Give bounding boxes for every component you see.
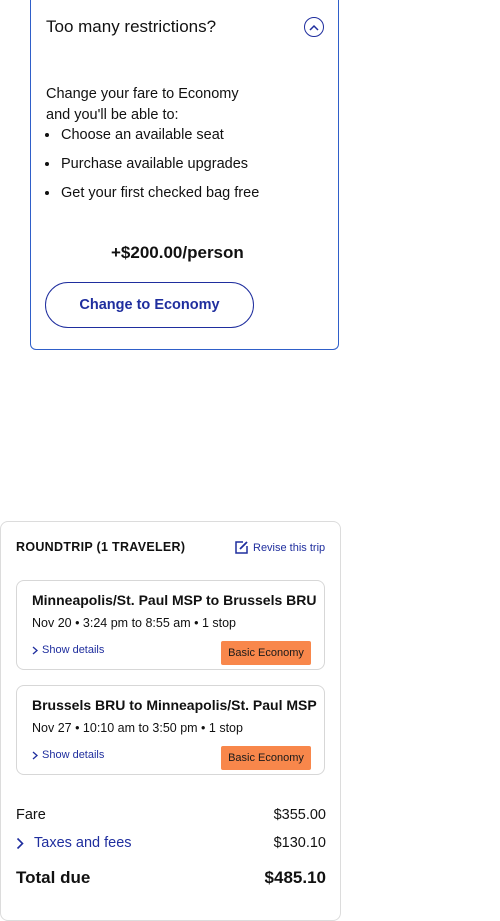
revise-trip-link[interactable]: Revise this trip (234, 540, 325, 555)
collapse-button[interactable] (304, 17, 324, 37)
flight-route: Minneapolis/St. Paul MSP to Brussels BRU (32, 592, 317, 608)
fare-class-badge: Basic Economy (221, 641, 311, 665)
upsell-price: +$200.00/person (111, 243, 244, 262)
upsell-description: Change your fare to Economy and you'll b… (46, 86, 239, 123)
chevron-up-icon (309, 24, 319, 31)
show-details-label: Show details (42, 644, 105, 656)
taxes-and-fees-toggle[interactable]: Taxes and fees (16, 835, 132, 851)
total-label: Total due (16, 868, 91, 887)
taxes-value: $130.10 (273, 835, 326, 851)
benefit-item: Purchase available upgrades (60, 154, 280, 175)
show-details-link[interactable]: Show details (32, 644, 104, 656)
fare-row: Fare $355.00 (16, 807, 326, 823)
fare-class-badge: Basic Economy (221, 746, 311, 770)
total-row: Total due $485.10 (16, 868, 326, 888)
flight-route: Brussels BRU to Minneapolis/St. Paul MSP (32, 697, 317, 713)
chevron-right-icon (16, 837, 24, 849)
show-details-label: Show details (42, 749, 105, 761)
fare-label: Fare (16, 807, 46, 823)
show-details-link[interactable]: Show details (32, 749, 104, 761)
flight-time: Nov 27 • 10:10 am to 3:50 pm • 1 stop (32, 721, 243, 735)
change-to-economy-button[interactable]: Change to Economy (45, 282, 254, 328)
benefit-item: Choose an available seat (60, 125, 280, 146)
taxes-label: Taxes and fees (34, 835, 132, 851)
trip-type-header: ROUNDTRIP (1 TRAVELER) (16, 540, 186, 554)
upsell-title: Too many restrictions? (46, 17, 217, 36)
fare-value: $355.00 (273, 807, 326, 823)
edit-icon (235, 541, 248, 554)
flight-card-return: Brussels BRU to Minneapolis/St. Paul MSP… (16, 685, 325, 775)
total-value: $485.10 (264, 868, 326, 887)
chevron-right-icon (32, 646, 38, 654)
benefit-item: Get your first checked bag free (60, 183, 280, 204)
benefits-list: Choose an available seat Purchase availa… (46, 125, 280, 212)
trip-summary-card: ROUNDTRIP (1 TRAVELER) Revise this trip … (0, 521, 341, 921)
chevron-right-icon (32, 751, 38, 759)
fare-upsell-card: Too many restrictions? Change your fare … (30, 0, 339, 350)
taxes-row: Taxes and fees $130.10 (16, 835, 326, 851)
revise-trip-label: Revise this trip (253, 541, 326, 554)
flight-time: Nov 20 • 3:24 pm to 8:55 am • 1 stop (32, 616, 237, 630)
flight-card-outbound: Minneapolis/St. Paul MSP to Brussels BRU… (16, 580, 325, 670)
